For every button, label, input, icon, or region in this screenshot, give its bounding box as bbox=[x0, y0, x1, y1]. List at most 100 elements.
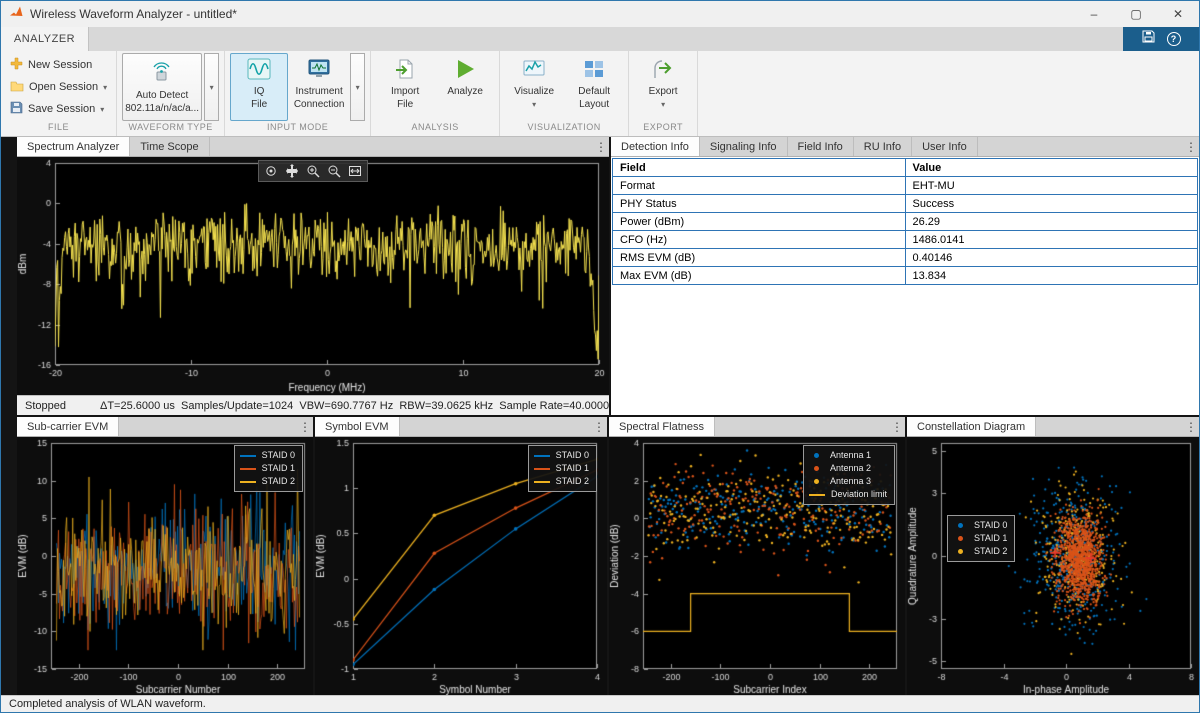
zoom-in-icon[interactable] bbox=[304, 163, 322, 179]
visualize-button[interactable]: Visualize ▾ bbox=[505, 53, 563, 121]
table-row[interactable]: PHY StatusSuccess bbox=[613, 195, 1198, 213]
waveform-type-dropdown[interactable]: ▾ bbox=[204, 53, 219, 121]
legend-item: STAID 1 bbox=[953, 532, 1007, 545]
panel-menu-icon[interactable]: ⋮ bbox=[1183, 137, 1199, 156]
snapshot-icon[interactable] bbox=[262, 163, 280, 179]
tab-ru-info[interactable]: RU Info bbox=[854, 137, 912, 156]
export-button[interactable]: Export ▾ bbox=[634, 53, 692, 121]
table-row[interactable]: FormatEHT-MU bbox=[613, 177, 1198, 195]
new-session-button[interactable]: New Session bbox=[6, 55, 111, 75]
tab-user-info[interactable]: User Info bbox=[912, 137, 978, 156]
table-cell: PHY Status bbox=[613, 195, 906, 213]
auto-detect-button[interactable]: Auto Detect 802.11a/n/ac/a... bbox=[122, 53, 202, 121]
detection-table: Field Value FormatEHT-MUPHY StatusSucces… bbox=[612, 158, 1198, 285]
panel-menu-icon[interactable]: ⋮ bbox=[889, 417, 905, 436]
scope-run-state: Stopped bbox=[25, 400, 66, 412]
legend-item: STAID 0 bbox=[240, 449, 295, 462]
legend-item: Antenna 2 bbox=[809, 462, 887, 475]
tab-constellation-diagram[interactable]: Constellation Diagram bbox=[907, 417, 1036, 436]
file-section: New Session Open Session ▾ Save Session … bbox=[1, 51, 117, 136]
legend: STAID 0STAID 1STAID 2 bbox=[528, 445, 597, 492]
legend-label: STAID 0 bbox=[556, 449, 589, 462]
save-session-button[interactable]: Save Session ▾ bbox=[6, 99, 111, 119]
input-mode-section: IQ File Instrument Connection ▾ INPUT MO… bbox=[225, 51, 371, 136]
import-file-icon bbox=[394, 58, 416, 84]
legend-swatch bbox=[958, 536, 963, 541]
import-file-button[interactable]: Import File bbox=[376, 53, 434, 121]
layout-grid-icon bbox=[583, 58, 605, 84]
tab-analyzer[interactable]: ANALYZER bbox=[1, 27, 89, 51]
pan-icon[interactable] bbox=[283, 163, 301, 179]
tab-detection-info[interactable]: Detection Info bbox=[611, 137, 700, 156]
zoom-out-icon[interactable] bbox=[325, 163, 343, 179]
legend-label: STAID 1 bbox=[974, 532, 1007, 545]
legend-label: Antenna 2 bbox=[830, 462, 871, 475]
spectrum-plot-canvas[interactable] bbox=[17, 157, 609, 395]
minimize-button[interactable]: – bbox=[1073, 1, 1115, 27]
save-icon[interactable] bbox=[1142, 30, 1155, 48]
default-layout-button[interactable]: Default Layout bbox=[565, 53, 623, 121]
panel-menu-icon[interactable]: ⋮ bbox=[297, 417, 313, 436]
tab-signaling-info[interactable]: Signaling Info bbox=[700, 137, 788, 156]
table-row[interactable]: CFO (Hz)1486.0141 bbox=[613, 231, 1198, 249]
legend-label: STAID 0 bbox=[262, 449, 295, 462]
table-cell: 13.834 bbox=[905, 267, 1198, 285]
symbol-evm-header: Symbol EVM ⋮ bbox=[315, 417, 607, 437]
table-row[interactable]: RMS EVM (dB)0.40146 bbox=[613, 249, 1198, 267]
panel-menu-icon[interactable]: ⋮ bbox=[593, 137, 609, 156]
spectral-flatness-header: Spectral Flatness ⋮ bbox=[609, 417, 905, 437]
legend-item: STAID 1 bbox=[240, 462, 295, 475]
subcarrier-evm-panel: Sub-carrier EVM ⋮ STAID 0STAID 1STAID 2 bbox=[17, 417, 313, 697]
table-cell: RMS EVM (dB) bbox=[613, 249, 906, 267]
table-row[interactable]: Max EVM (dB)13.834 bbox=[613, 267, 1198, 285]
panel-menu-icon[interactable]: ⋮ bbox=[1183, 417, 1199, 436]
close-button[interactable]: ✕ bbox=[1157, 1, 1199, 27]
import-file-label-2: File bbox=[397, 99, 413, 111]
legend-label: Antenna 3 bbox=[830, 475, 871, 488]
status-bar: Completed analysis of WLAN waveform. bbox=[1, 695, 1199, 712]
help-icon[interactable]: ? bbox=[1167, 32, 1181, 46]
detection-table-body: FormatEHT-MUPHY StatusSuccessPower (dBm)… bbox=[613, 177, 1198, 285]
analysis-section-label: ANALYSIS bbox=[376, 122, 494, 136]
main-content: Spectrum Analyzer Time Scope ⋮ Stopped Δ… bbox=[1, 137, 1199, 697]
iq-file-button[interactable]: IQ File bbox=[230, 53, 288, 121]
table-cell: Power (dBm) bbox=[613, 213, 906, 231]
table-row[interactable]: Power (dBm)26.29 bbox=[613, 213, 1198, 231]
instrument-label-1: Instrument bbox=[296, 86, 343, 98]
tab-spectrum-analyzer[interactable]: Spectrum Analyzer bbox=[17, 137, 130, 156]
tab-field-info[interactable]: Field Info bbox=[788, 137, 854, 156]
tab-subcarrier-evm[interactable]: Sub-carrier EVM bbox=[17, 417, 119, 436]
table-cell: Max EVM (dB) bbox=[613, 267, 906, 285]
analyze-label: Analyze bbox=[447, 86, 483, 98]
subcarrier-evm-header: Sub-carrier EVM ⋮ bbox=[17, 417, 313, 437]
analyze-button[interactable]: Analyze bbox=[436, 53, 494, 121]
detection-panel-header: Detection Info Signaling Info Field Info… bbox=[611, 137, 1199, 157]
spectral-flatness-plot-area: Antenna 1Antenna 2Antenna 3Deviation lim… bbox=[609, 437, 905, 697]
table-cell: 26.29 bbox=[905, 213, 1198, 231]
instrument-connection-button[interactable]: Instrument Connection bbox=[290, 53, 348, 121]
tab-time-scope[interactable]: Time Scope bbox=[130, 137, 209, 156]
visualize-icon bbox=[523, 58, 545, 84]
input-mode-dropdown[interactable]: ▾ bbox=[350, 53, 365, 121]
open-session-button[interactable]: Open Session ▾ bbox=[6, 77, 111, 97]
fit-view-icon[interactable] bbox=[346, 163, 364, 179]
maximize-button[interactable]: ▢ bbox=[1115, 1, 1157, 27]
legend-item: Deviation limit bbox=[809, 488, 887, 501]
table-cell: CFO (Hz) bbox=[613, 231, 906, 249]
constellation-canvas[interactable] bbox=[907, 437, 1199, 697]
default-layout-label-1: Default bbox=[578, 86, 610, 98]
legend-swatch bbox=[240, 455, 256, 457]
input-mode-section-label: INPUT MODE bbox=[230, 122, 365, 136]
scope-measurements: ΔT=25.6000 us Samples/Update=1024 VBW=69… bbox=[100, 400, 635, 412]
panel-menu-icon[interactable]: ⋮ bbox=[591, 417, 607, 436]
chevron-down-icon: ▾ bbox=[532, 99, 536, 111]
detection-info-panel: Detection Info Signaling Info Field Info… bbox=[611, 137, 1199, 415]
file-section-label: FILE bbox=[6, 122, 111, 136]
tab-spectral-flatness[interactable]: Spectral Flatness bbox=[609, 417, 715, 436]
legend-swatch bbox=[534, 481, 550, 483]
tab-symbol-evm[interactable]: Symbol EVM bbox=[315, 417, 400, 436]
new-session-label: New Session bbox=[28, 59, 92, 71]
detection-table-container: Field Value FormatEHT-MUPHY StatusSucces… bbox=[611, 157, 1199, 415]
legend-item: STAID 0 bbox=[534, 449, 589, 462]
spectrum-analyzer-panel: Spectrum Analyzer Time Scope ⋮ Stopped Δ… bbox=[17, 137, 609, 415]
